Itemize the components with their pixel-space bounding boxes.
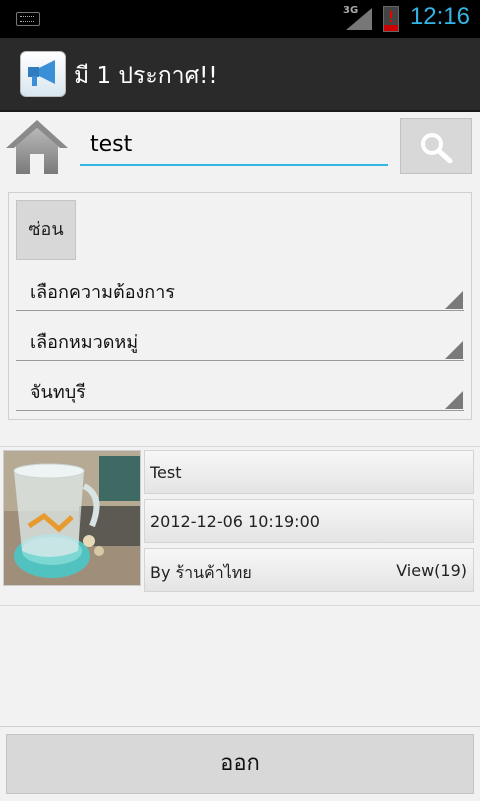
dropdown-arrow-icon <box>445 391 463 409</box>
requirement-spinner[interactable]: เลือกความต้องการ <box>16 271 464 311</box>
home-button[interactable] <box>4 116 70 178</box>
category-label: เลือกหมวดหมู่ <box>30 332 139 353</box>
megaphone-icon <box>20 51 66 97</box>
search-button[interactable] <box>400 118 472 174</box>
category-spinner[interactable]: เลือกหมวดหมู่ <box>16 321 464 361</box>
clock: 12:16 <box>409 3 470 30</box>
listing-author: By ร้านค้าไทย <box>150 563 252 582</box>
province-label: จันทบุรี <box>30 382 86 403</box>
title-bar: มี 1 ประกาศ!! <box>0 38 480 112</box>
cup-photo-image <box>4 451 140 585</box>
listing-thumbnail[interactable] <box>3 450 141 586</box>
home-icon <box>6 120 68 174</box>
battery-icon: ! <box>383 6 399 32</box>
status-bar: 3G ! 12:16 <box>0 0 480 38</box>
province-spinner[interactable]: จันทบุรี <box>16 371 464 411</box>
listing-title: Test <box>144 450 474 494</box>
search-icon <box>421 133 453 163</box>
hide-button[interactable]: ซ่อน <box>16 200 76 260</box>
search-input[interactable] <box>80 124 388 166</box>
requirement-label: เลือกความต้องการ <box>30 282 175 303</box>
page-title: มี 1 ประกาศ!! <box>74 63 218 89</box>
listing-author-views: By ร้านค้าไทย View(19) <box>144 548 474 592</box>
listing-views: View(19) <box>396 561 467 580</box>
exit-button[interactable]: ออก <box>6 734 474 794</box>
listing-datetime: 2012-12-06 10:19:00 <box>144 499 474 543</box>
dropdown-arrow-icon <box>445 291 463 309</box>
network-type: 3G <box>343 5 359 16</box>
keyboard-icon <box>16 12 40 26</box>
dropdown-arrow-icon <box>445 341 463 359</box>
